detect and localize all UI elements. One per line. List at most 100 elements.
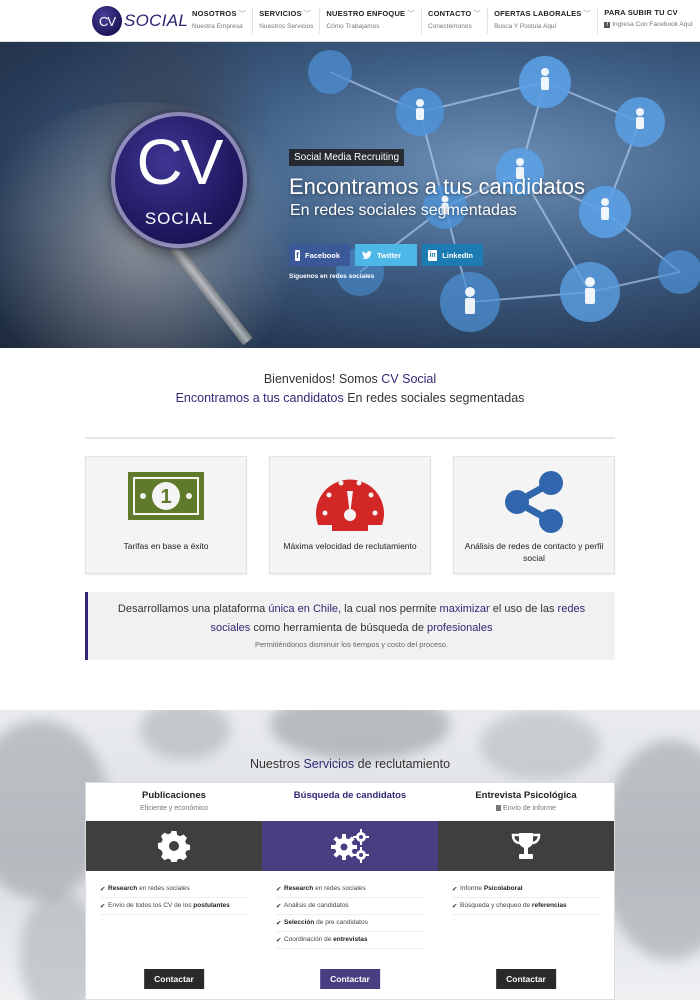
service-feature-list: ✔ Informe Psicolaboral ✔ Búsqueda y cheque… (438, 871, 614, 915)
nav-label: SERVICIOS (259, 9, 302, 18)
info-text: , la cual nos permite (338, 603, 440, 615)
list-item-text: de pre candidatos (314, 919, 368, 926)
list-item-bold: Research (284, 885, 314, 892)
check-icon: ✔ (452, 886, 458, 893)
trophy-icon (511, 833, 541, 859)
facebook-button-label: Facebook (304, 250, 340, 260)
welcome-brand: CV Social (381, 372, 437, 386)
feature-card-tarifas: 1 Tarifas en base a éxito (85, 456, 247, 574)
services-title-accent: Servicios (303, 757, 355, 771)
nav-label: NUESTRO ENFOQUE (326, 9, 406, 18)
info-text: como herramienta de búsqueda de (250, 622, 428, 634)
main-nav: NOSOTROS ﹀ Nuestra Empresa SERVICIOS ﹀ Nue… (186, 8, 699, 34)
feature-label: Análisis de redes de contacto y perfil s… (464, 541, 604, 563)
service-note: Eficiente y económico (139, 805, 209, 812)
info-accent: profesionales (427, 622, 493, 634)
feature-label: Tarifas en base a éxito (123, 541, 209, 551)
nav-item-nosotros[interactable]: NOSOTROS ﹀ Nuestra Empresa (186, 8, 252, 34)
chevron-down-icon: ﹀ (303, 9, 312, 18)
list-item-text: Informe (460, 885, 484, 892)
nav-item-subir-cv[interactable]: PARA SUBIR TU CV f Ingresa Con Facebook A… (597, 8, 699, 34)
hero-follow-text: Síguenos en redes sociales (289, 273, 375, 280)
list-item-bold: Psicolaboral (483, 885, 523, 892)
nav-sublabel: Busca Y Postula Aquí (494, 23, 557, 30)
logo-cv-mark: CV (92, 6, 122, 36)
facebook-button[interactable]: f Facebook (289, 244, 350, 266)
service-feature-list: ✔ Research en redes sociales ✔ Análisis de… (262, 871, 438, 949)
nav-label: PARA SUBIR TU CV (604, 8, 678, 17)
list-item-text: Coordinación de (284, 936, 334, 943)
money-bill-icon: 1 (128, 472, 204, 520)
background-figure (140, 710, 230, 760)
info-main-text: Desarrollamos una plataforma única en Ch… (88, 600, 615, 638)
info-text: el uso de las (489, 603, 558, 615)
chevron-down-icon: ﹀ (407, 9, 415, 18)
linkedin-button-label: LinkedIn (442, 250, 473, 260)
list-item-bold: postulantes (193, 902, 230, 909)
nav-item-nuestro-enfoque[interactable]: NUESTRO ENFOQUE ﹀ Cómo Trabajamos (319, 8, 421, 34)
service-note: Envío de informe (438, 805, 614, 812)
check-icon: ✔ (100, 886, 106, 893)
service-name: Búsqueda de candidatos (293, 790, 407, 801)
list-item: ✔ Búsqueda y chequeo de referencias (452, 898, 600, 915)
feature-card-velocidad: Máxima velocidad de reclutamiento (269, 456, 431, 574)
check-icon: ✔ (276, 886, 282, 893)
service-column-publicaciones: Publicaciones Eficiente y económico ✔ Res… (86, 783, 262, 1000)
hero-title: Encontramos a tus candidatos (289, 174, 585, 199)
list-item: ✔ Envío de todos los CV de los postulante… (100, 898, 248, 915)
nav-label: NOSOTROS (192, 9, 237, 18)
welcome-line-2: Encontramos a tus candidatos En redes so… (0, 389, 700, 408)
service-note-text: Envío de informe (503, 805, 556, 812)
list-item: ✔ Research en redes sociales (276, 881, 424, 898)
service-column-entrevista: Entrevista Psicológica Envío de informe … (438, 783, 614, 1000)
gears-icon (331, 829, 369, 863)
welcome-text: Bienvenidos! Somos (263, 372, 382, 386)
section-divider (85, 437, 615, 439)
service-icon-band (86, 821, 262, 871)
nav-item-ofertas-laborales[interactable]: OFERTAS LABORALES ﹀ Busca Y Postula Aquí (487, 8, 597, 34)
welcome-block: Bienvenidos! Somos CV Social Encontramos… (0, 370, 700, 408)
contactar-button[interactable]: Contactar (496, 969, 556, 989)
info-accent: única en Chile (268, 603, 339, 615)
service-name: Entrevista Psicológica (475, 790, 577, 801)
linkedin-icon: in (428, 249, 438, 261)
site-logo[interactable]: CV SOCIAL (92, 6, 188, 36)
hero-badge: Social Media Recruiting (289, 149, 405, 166)
nav-sublabel: Conectémonos (427, 23, 472, 30)
info-subtext: Permitiéndonos disminuir los tiempos y c… (254, 640, 448, 649)
hero-subtitle: En redes sociales segmentadas (290, 202, 517, 219)
nav-item-servicios[interactable]: SERVICIOS ﹀ Nuestros Servicios (252, 8, 319, 34)
linkedin-button[interactable]: in LinkedIn (422, 244, 483, 266)
service-icon-band (438, 821, 614, 871)
gear-icon (158, 830, 190, 862)
twitter-icon (361, 250, 372, 261)
list-item: ✔ Informe Psicolaboral (452, 881, 600, 898)
contactar-button[interactable]: Contactar (144, 969, 204, 989)
nav-sublabel: Ingresa Con Facebook Aquí (612, 21, 693, 28)
hero-banner: CV SOCIAL Social Media Recruiting Encont… (0, 42, 700, 348)
list-item-text: Análisis de candidatos (284, 902, 349, 909)
list-item-text: Envío de todos los CV de los (108, 902, 194, 909)
check-icon: ✔ (452, 903, 458, 910)
nav-item-contacto[interactable]: CONTACTO ﹀ Conectémonos (420, 8, 487, 34)
check-icon: ✔ (276, 937, 282, 944)
contactar-button[interactable]: Contactar (320, 969, 380, 989)
twitter-button[interactable]: Twitter (355, 244, 417, 266)
check-icon: ✔ (276, 903, 282, 910)
chevron-down-icon: ﹀ (473, 9, 482, 18)
list-item: ✔ Análisis de candidatos (276, 898, 424, 915)
nav-label: CONTACTO (427, 9, 472, 18)
site-header: CV SOCIAL NOSOTROS ﹀ Nuestra Empresa SERV… (0, 0, 700, 42)
info-text: Desarrollamos una plataforma (117, 603, 269, 615)
services-title-text: Nuestros (249, 757, 304, 771)
hero-logo-cv: CV (136, 126, 224, 198)
nav-sublabel: Nuestros Servicios (259, 23, 314, 30)
hero-logo-social: SOCIAL (144, 209, 214, 228)
list-item-bold: referencias (531, 902, 567, 909)
chevron-down-icon: ﹀ (583, 9, 592, 18)
list-item: ✔ Selección de pre candidatos (276, 915, 424, 932)
logo-wordmark: SOCIAL (124, 11, 189, 30)
services-table: Publicaciones Eficiente y económico ✔ Res… (85, 782, 615, 1000)
background-figure (270, 710, 450, 760)
background-figure (600, 740, 700, 960)
